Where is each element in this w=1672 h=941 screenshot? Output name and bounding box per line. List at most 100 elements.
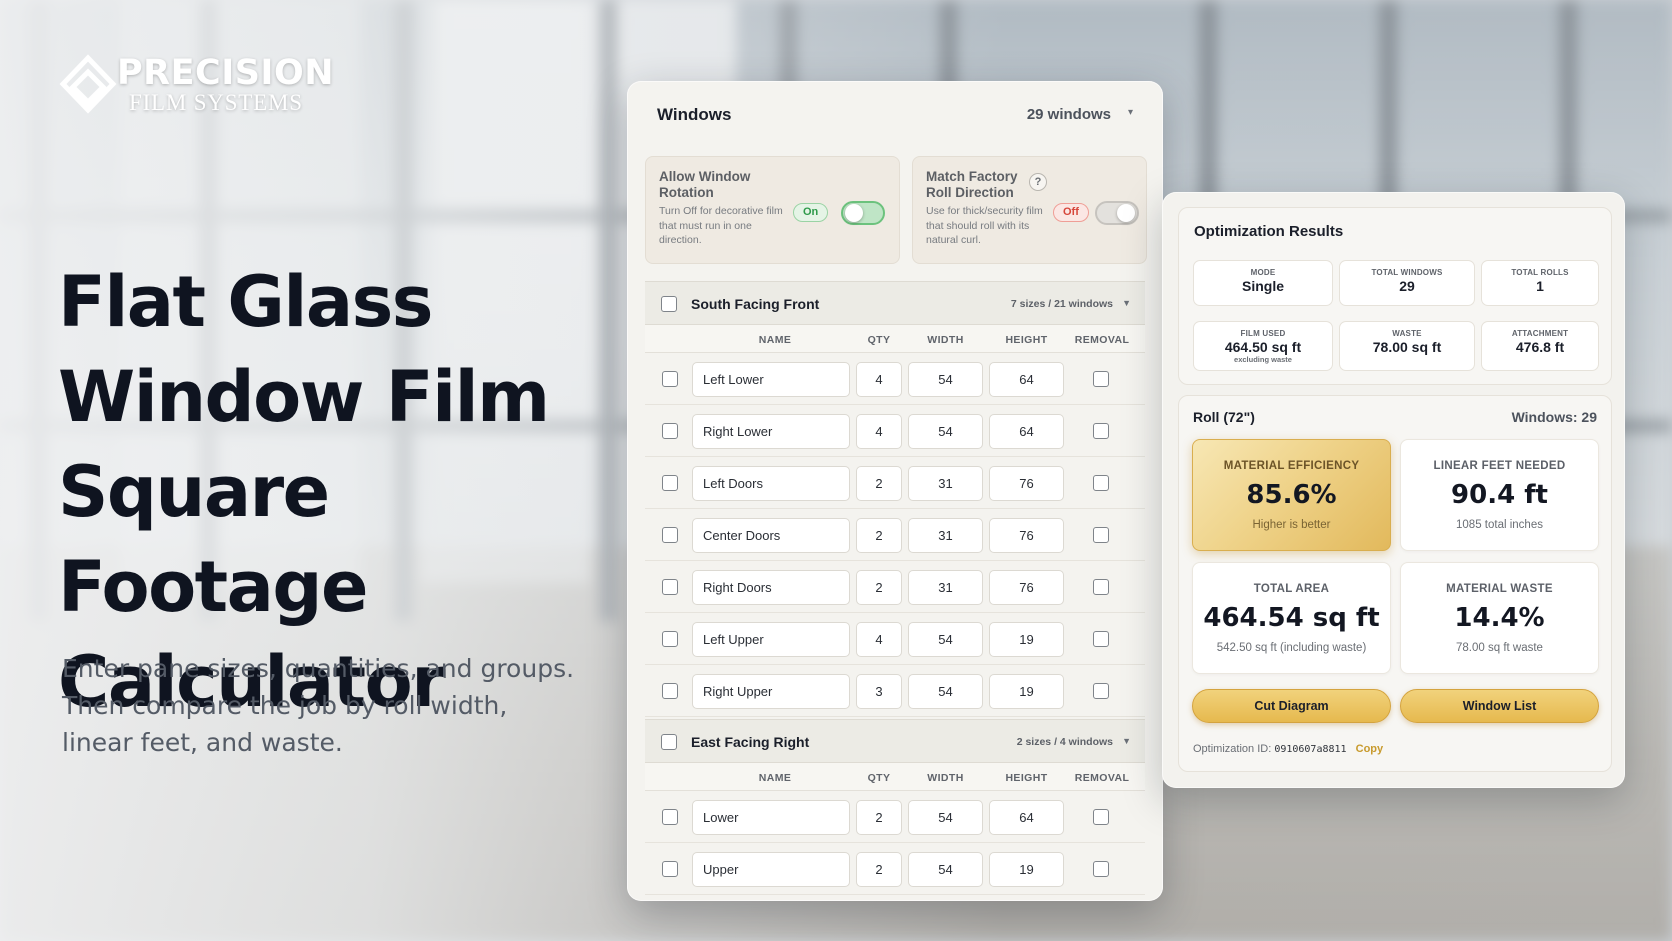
windows-count-dropdown[interactable]: 29 windows [1027, 106, 1111, 123]
row-checkbox[interactable] [662, 683, 678, 699]
name-field[interactable]: Left Lower [692, 362, 850, 397]
removal-checkbox[interactable] [1093, 809, 1109, 825]
height-field[interactable]: 64 [989, 414, 1064, 449]
cut-diagram-button[interactable]: Cut Diagram [1192, 689, 1391, 723]
allow-rotation-card: Allow Window Rotation Turn Off for decor… [645, 156, 900, 264]
allow-rotation-toggle[interactable] [841, 201, 885, 225]
caret-down-icon[interactable]: ▼ [1122, 298, 1131, 308]
qty-field[interactable]: 2 [856, 800, 902, 835]
question-icon[interactable]: ? [1029, 173, 1047, 191]
option-title: Allow Window Rotation [659, 169, 751, 200]
width-field[interactable]: 31 [908, 518, 983, 553]
option-title: Match Factory Roll Direction [926, 169, 1018, 200]
metric-value: 464.54 sq ft [1203, 603, 1380, 633]
window-list-button[interactable]: Window List [1400, 689, 1599, 723]
metric-label: MATERIAL WASTE [1446, 583, 1553, 595]
removal-checkbox[interactable] [1093, 371, 1109, 387]
width-field[interactable]: 54 [908, 852, 983, 887]
caret-down-icon[interactable]: ▼ [1122, 736, 1131, 746]
name-field[interactable]: Upper [692, 852, 850, 887]
height-field[interactable]: 19 [989, 852, 1064, 887]
width-field[interactable]: 54 [908, 362, 983, 397]
qty-field[interactable]: 4 [856, 362, 902, 397]
row-checkbox[interactable] [662, 579, 678, 595]
stat-label: MODE [1250, 268, 1276, 277]
height-field[interactable]: 19 [989, 622, 1064, 657]
height-field[interactable]: 76 [989, 518, 1064, 553]
toggle-knob [845, 204, 863, 222]
match-roll-direction-toggle[interactable] [1095, 201, 1139, 225]
status-badge-on: On [793, 203, 829, 222]
column-header-width: WIDTH [927, 772, 964, 784]
name-field[interactable]: Right Upper [692, 674, 850, 709]
roll-windows-count: Windows: 29 [1511, 409, 1597, 425]
width-field[interactable]: 54 [908, 674, 983, 709]
group-meta: 7 sizes / 21 windows [1010, 298, 1113, 310]
qty-field[interactable]: 2 [856, 852, 902, 887]
row-checkbox[interactable] [662, 809, 678, 825]
width-field[interactable]: 31 [908, 570, 983, 605]
height-field[interactable]: 64 [989, 800, 1064, 835]
name-field[interactable]: Left Upper [692, 622, 850, 657]
metric-value: 85.6% [1246, 480, 1337, 510]
match-roll-direction-card: Match Factory Roll Direction ? Use for t… [912, 156, 1147, 264]
height-field[interactable]: 64 [989, 362, 1064, 397]
width-field[interactable]: 31 [908, 466, 983, 501]
group-header-east-facing-right[interactable]: East Facing Right 2 sizes / 4 windows ▼ [645, 719, 1145, 763]
stat-film-used: FILM USED 464.50 sq ft excluding waste [1193, 321, 1333, 371]
width-field[interactable]: 54 [908, 414, 983, 449]
row-checkbox[interactable] [662, 475, 678, 491]
column-header-qty: QTY [867, 334, 891, 346]
row-checkbox[interactable] [662, 371, 678, 387]
removal-checkbox[interactable] [1093, 579, 1109, 595]
roll-title: Roll (72") [1193, 409, 1255, 425]
column-header-row: NAME QTY WIDTH HEIGHT REMOVAL [645, 763, 1145, 791]
stat-label: WASTE [1392, 329, 1422, 338]
row-checkbox[interactable] [662, 527, 678, 543]
qty-field[interactable]: 4 [856, 414, 902, 449]
results-panel: Optimization Results MODE Single TOTAL W… [1162, 192, 1625, 788]
copy-link[interactable]: Copy [1356, 743, 1384, 755]
table-row: Upper 2 54 19 [645, 843, 1145, 895]
stat-total-rolls: TOTAL ROLLS 1 [1481, 260, 1599, 306]
removal-checkbox[interactable] [1093, 861, 1109, 877]
qty-field[interactable]: 2 [856, 518, 902, 553]
name-field[interactable]: Right Lower [692, 414, 850, 449]
qty-field[interactable]: 3 [856, 674, 902, 709]
name-field[interactable]: Right Doors [692, 570, 850, 605]
hero-subtitle-line: Then compare the job by roll width, [62, 691, 508, 720]
column-header-height: HEIGHT [1005, 772, 1048, 784]
qty-field[interactable]: 2 [856, 570, 902, 605]
group-checkbox[interactable] [661, 296, 677, 312]
name-field[interactable]: Lower [692, 800, 850, 835]
metric-value: 14.4% [1454, 603, 1545, 633]
group-checkbox[interactable] [661, 734, 677, 750]
height-field[interactable]: 76 [989, 570, 1064, 605]
hero-subtitle: Enter pane sizes, quantities, and groups… [62, 650, 622, 761]
qty-field[interactable]: 4 [856, 622, 902, 657]
removal-checkbox[interactable] [1093, 423, 1109, 439]
height-field[interactable]: 19 [989, 674, 1064, 709]
caret-down-icon[interactable]: ▾ [1128, 107, 1133, 118]
removal-checkbox[interactable] [1093, 527, 1109, 543]
height-field[interactable]: 76 [989, 466, 1064, 501]
group-name: South Facing Front [691, 296, 820, 312]
row-checkbox[interactable] [662, 631, 678, 647]
table-row: Right Lower 4 54 64 [645, 405, 1145, 457]
name-field[interactable]: Center Doors [692, 518, 850, 553]
stat-value: 29 [1399, 278, 1415, 294]
row-checkbox[interactable] [662, 423, 678, 439]
stat-label: TOTAL WINDOWS [1371, 268, 1443, 277]
metric-note: 78.00 sq ft waste [1456, 642, 1543, 654]
group-header-south-facing-front[interactable]: South Facing Front 7 sizes / 21 windows … [645, 281, 1145, 325]
width-field[interactable]: 54 [908, 800, 983, 835]
row-checkbox[interactable] [662, 861, 678, 877]
width-field[interactable]: 54 [908, 622, 983, 657]
removal-checkbox[interactable] [1093, 475, 1109, 491]
name-field[interactable]: Left Doors [692, 466, 850, 501]
group-name: East Facing Right [691, 734, 810, 750]
optimization-id: Optimization ID: 0910607a8811 Copy [1193, 743, 1383, 755]
qty-field[interactable]: 2 [856, 466, 902, 501]
removal-checkbox[interactable] [1093, 631, 1109, 647]
removal-checkbox[interactable] [1093, 683, 1109, 699]
